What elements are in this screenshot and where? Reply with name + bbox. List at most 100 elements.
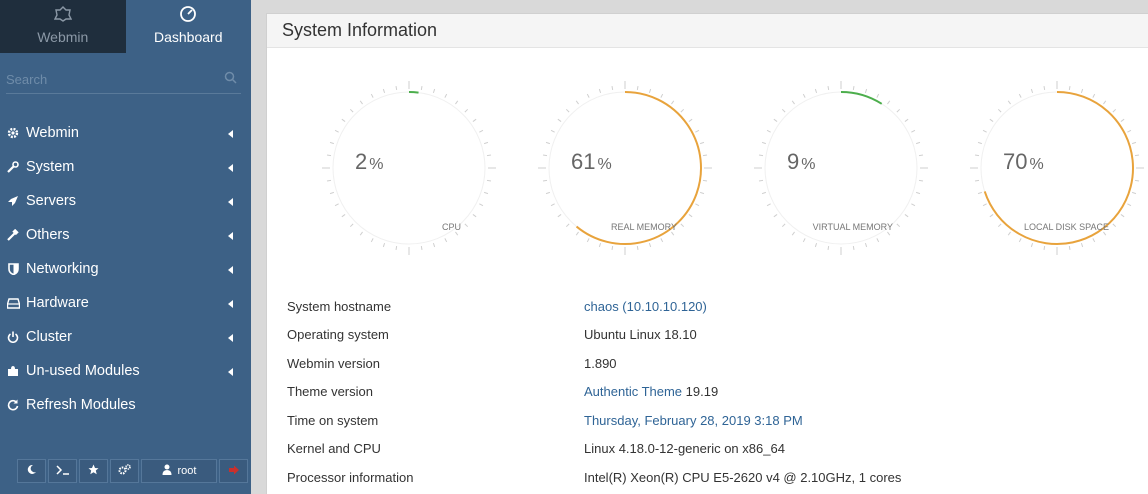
user-button[interactable]: root bbox=[141, 459, 217, 483]
gauge-tick bbox=[1043, 85, 1046, 91]
theme-settings-button[interactable] bbox=[110, 459, 139, 483]
gauge-tick bbox=[395, 245, 398, 251]
gauge-tick bbox=[648, 88, 652, 94]
gauge-tick bbox=[1134, 154, 1140, 157]
gauge-tick bbox=[997, 108, 1002, 113]
gauge-tick bbox=[1127, 203, 1132, 207]
tab-webmin[interactable]: Webmin bbox=[0, 0, 126, 53]
gauge-virtual-memory: 9% VIRTUAL MEMORY bbox=[751, 78, 931, 258]
gauge-tick bbox=[455, 231, 459, 236]
sidebar-item-networking[interactable]: Networking bbox=[0, 252, 251, 286]
gauge-tick bbox=[575, 231, 579, 236]
gauge-tick bbox=[814, 88, 818, 94]
tab-dashboard[interactable]: Dashboard bbox=[125, 0, 251, 53]
gauge-real-memory-label: REAL MEMORY bbox=[610, 222, 677, 232]
gauge-tick bbox=[382, 88, 386, 94]
gauge-tick bbox=[648, 242, 652, 248]
gauge-tick bbox=[1007, 231, 1011, 236]
webmin-logo-icon bbox=[53, 3, 72, 25]
favorites-button[interactable] bbox=[79, 459, 108, 483]
sidebar-menu: Webmin System Servers Others Networking … bbox=[0, 116, 251, 422]
sidebar-item-others[interactable]: Others bbox=[0, 218, 251, 252]
gauge-tick bbox=[1120, 118, 1125, 122]
search-icon[interactable] bbox=[224, 71, 237, 89]
gauge-tick bbox=[329, 191, 335, 195]
gauge-tick bbox=[904, 118, 909, 122]
tab-webmin-label: Webmin bbox=[37, 29, 89, 45]
gauge-tick bbox=[1120, 214, 1125, 218]
gauge-tick bbox=[420, 245, 423, 251]
gauge-tick bbox=[1131, 191, 1137, 195]
gauge-tick bbox=[827, 85, 830, 91]
sidebar-item-hardware[interactable]: Hardware bbox=[0, 286, 251, 320]
gauge-tick bbox=[702, 154, 708, 157]
panel-header: System Information bbox=[267, 14, 1148, 48]
refresh-icon bbox=[6, 398, 20, 412]
gauge-tick bbox=[472, 214, 477, 218]
gauge-tick bbox=[598, 88, 602, 94]
gauge-tick bbox=[660, 238, 664, 243]
caret-left-icon bbox=[228, 266, 233, 274]
sidebar-item-label: Un-used Modules bbox=[26, 363, 140, 379]
caret-left-icon bbox=[228, 300, 233, 308]
sidebar-item-webmin[interactable]: Webmin bbox=[0, 116, 251, 150]
caret-left-icon bbox=[228, 164, 233, 172]
gauge-tick bbox=[557, 118, 562, 122]
info-key: Kernel and CPU bbox=[287, 441, 381, 457]
gauge-virtual-memory-value: 9% bbox=[787, 149, 816, 174]
gauge-tick bbox=[545, 191, 551, 195]
sidebar-item-cluster[interactable]: Cluster bbox=[0, 320, 251, 354]
info-key: Operating system bbox=[287, 327, 389, 343]
rocket-icon bbox=[6, 194, 20, 208]
time-link[interactable]: Thursday, February 28, 2019 3:18 PM bbox=[584, 413, 803, 428]
sidebar-switch: Webmin Dashboard bbox=[0, 0, 251, 53]
hostname-link[interactable]: chaos (10.10.10.120) bbox=[584, 299, 707, 314]
info-key: System hostname bbox=[287, 298, 392, 314]
gauge-tick bbox=[557, 214, 562, 218]
hdd-icon bbox=[6, 296, 20, 310]
gauge-tick bbox=[671, 100, 675, 105]
info-value: Ubuntu Linux 18.10 bbox=[584, 327, 697, 343]
gauge-tick bbox=[982, 203, 987, 207]
gauge-tick bbox=[802, 238, 806, 243]
gauge-tick bbox=[791, 100, 795, 105]
gauge-value-arc bbox=[840, 91, 883, 105]
gauge-tick bbox=[887, 231, 891, 236]
gauge-tick bbox=[479, 203, 484, 207]
gauge-tick bbox=[773, 118, 778, 122]
sidebar-item-label: Networking bbox=[26, 261, 99, 277]
gauge-local-disk-space-label: LOCAL DISK SPACE bbox=[1023, 222, 1109, 232]
gauge-tick bbox=[334, 129, 339, 133]
sidebar-bottom-bar: root bbox=[17, 459, 250, 483]
gauge-tick bbox=[1092, 238, 1096, 243]
logout-button[interactable] bbox=[219, 459, 248, 483]
sidebar-item-label: Refresh Modules bbox=[26, 397, 136, 413]
info-value: Intel(R) Xeon(R) CPU E5-2620 v4 @ 2.10GH… bbox=[584, 469, 902, 485]
sidebar-search bbox=[6, 66, 241, 94]
sidebar-item-system[interactable]: System bbox=[0, 150, 251, 184]
gauge-tick bbox=[761, 141, 767, 145]
gauge-tick bbox=[1007, 100, 1011, 105]
sidebar-item-refresh-modules[interactable]: Refresh Modules bbox=[0, 388, 251, 422]
gauge-tick bbox=[1018, 238, 1022, 243]
gauge-local-disk-space-value: 70% bbox=[1003, 149, 1044, 174]
info-row-time: Time on system Thursday, February 28, 20… bbox=[287, 406, 901, 435]
sidebar-item-unused-modules[interactable]: Un-used Modules bbox=[0, 354, 251, 388]
theme-link[interactable]: Authentic Theme bbox=[584, 384, 682, 399]
gauge-tick bbox=[341, 214, 346, 218]
gauge-tick bbox=[915, 191, 921, 195]
gauge-tick bbox=[326, 154, 332, 157]
gauge-tick bbox=[864, 242, 868, 248]
sidebar-item-servers[interactable]: Servers bbox=[0, 184, 251, 218]
night-mode-button[interactable] bbox=[17, 459, 46, 483]
gauge-tick bbox=[814, 242, 818, 248]
terminal-button[interactable] bbox=[48, 459, 77, 483]
tab-dashboard-label: Dashboard bbox=[154, 29, 223, 45]
gauge-tick bbox=[432, 242, 436, 248]
gauge-tick bbox=[864, 88, 868, 94]
info-key: Processor information bbox=[287, 469, 414, 485]
gauge-tick bbox=[550, 129, 555, 133]
gauge-tick bbox=[1030, 242, 1034, 248]
search-input[interactable] bbox=[6, 66, 241, 92]
gauge-tick bbox=[918, 154, 924, 157]
